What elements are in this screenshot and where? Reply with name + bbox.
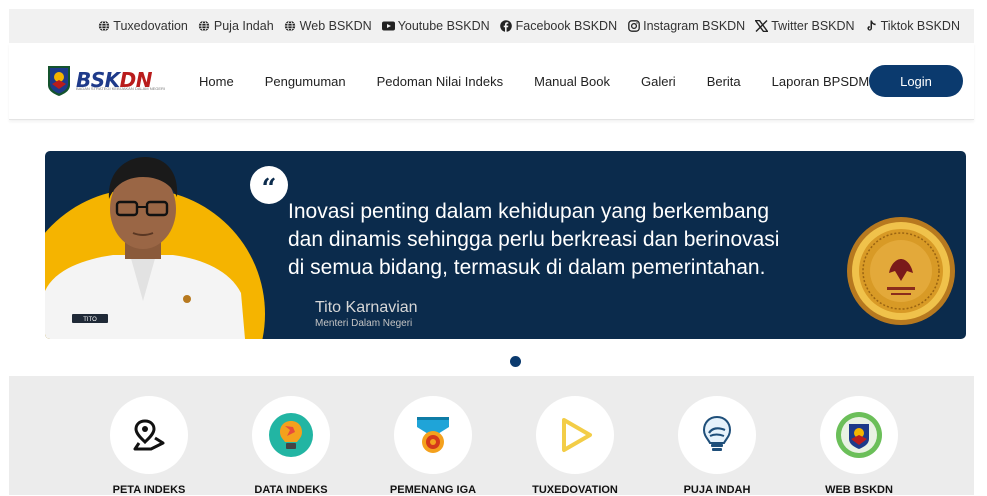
emblem-icon <box>836 412 882 458</box>
login-button[interactable]: Login <box>869 65 963 97</box>
menu-pedoman-nilai-indeks[interactable]: Pedoman Nilai Indeks <box>377 74 503 89</box>
feature-label: PETA INDEKS <box>112 484 186 496</box>
feature-peta-indeks[interactable]: PETA INDEKS <box>79 396 219 496</box>
facebook-icon <box>500 20 513 33</box>
feature-puja-indah[interactable]: PUJA INDAH <box>647 396 787 496</box>
link-web-bskdn[interactable]: Web BSKDN <box>284 19 372 33</box>
feature-icon-circle <box>820 396 898 474</box>
link-instagram[interactable]: Instagram BSKDN <box>627 19 745 33</box>
medal-icon <box>417 417 449 453</box>
name-tag: TITO <box>83 317 97 323</box>
feature-icon-circle <box>110 396 188 474</box>
hero-banner[interactable]: TITO “ Inovasi penting dalam kehidupan y… <box>45 151 966 339</box>
menu-galeri[interactable]: Galeri <box>641 74 676 89</box>
logo-subtitle: BADAN STRATEGI KEBIJAKAN DALAM NEGERI <box>76 86 166 91</box>
globe-icon <box>97 20 110 33</box>
link-tiktok[interactable]: Tiktok BSKDN <box>865 19 960 33</box>
bskdn-logo[interactable]: BSKDN BADAN STRATEGI KEBIJAKAN DALAM NEG… <box>46 63 165 97</box>
link-label: Tuxedovation <box>113 19 188 33</box>
link-youtube[interactable]: Youtube BSKDN <box>381 19 490 33</box>
link-facebook[interactable]: Facebook BSKDN <box>500 19 617 33</box>
top-links-bar: Tuxedovation Puja Indah Web BSKDN Youtub… <box>9 9 974 43</box>
bulb-hand-icon <box>702 415 732 451</box>
lightbulb-icon <box>269 413 313 457</box>
link-tuxedovation[interactable]: Tuxedovation <box>97 19 188 33</box>
link-label: Instagram BSKDN <box>643 19 746 33</box>
link-label: Facebook BSKDN <box>515 19 618 33</box>
link-label: Puja Indah <box>213 19 274 33</box>
carousel-dot-1[interactable] <box>510 356 521 367</box>
link-twitter[interactable]: Twitter BSKDN <box>755 19 855 33</box>
link-puja-indah[interactable]: Puja Indah <box>198 19 274 33</box>
feature-icon-circle <box>394 396 472 474</box>
feature-icon-circle <box>252 396 330 474</box>
feature-shortcuts: PETA INDEKS DATA INDEKS PEMENANG IGA TUX… <box>9 376 974 496</box>
menu-home[interactable]: Home <box>199 74 234 89</box>
feature-tuxedovation[interactable]: TUXEDOVATION <box>505 396 645 496</box>
feature-web-bskdn[interactable]: WEB BSKDN <box>789 396 929 496</box>
instagram-icon <box>627 20 640 33</box>
link-label: Tiktok BSKDN <box>880 19 960 33</box>
map-pin-icon <box>133 419 165 451</box>
garuda-emblem-icon <box>48 66 70 96</box>
link-label: Web BSKDN <box>299 19 372 33</box>
main-navbar: BSKDN BADAN STRATEGI KEBIJAKAN DALAM NEG… <box>9 43 974 120</box>
main-menu: Home Pengumuman Pedoman Nilai Indeks Man… <box>199 43 900 120</box>
menu-manual-book[interactable]: Manual Book <box>534 74 610 89</box>
feature-data-indeks[interactable]: DATA INDEKS <box>221 396 361 496</box>
quote-icon: “ <box>250 166 288 204</box>
menu-berita[interactable]: Berita <box>707 74 741 89</box>
link-label: Twitter BSKDN <box>771 19 855 33</box>
menu-laporan-bpsdm[interactable]: Laporan BPSDM <box>772 74 870 89</box>
minister-portrait: TITO <box>45 157 245 339</box>
menu-pengumuman[interactable]: Pengumuman <box>265 74 346 89</box>
feature-label: DATA INDEKS <box>254 484 328 496</box>
globe-icon <box>198 20 211 33</box>
feature-label: PEMENANG IGA <box>389 484 477 496</box>
x-icon <box>755 20 769 33</box>
feature-label: WEB BSKDN <box>825 484 893 496</box>
feature-icon-circle <box>678 396 756 474</box>
tiktok-icon <box>865 20 878 33</box>
globe-icon <box>284 20 297 33</box>
quote-line-3: di semua bidang, termasuk di dalam pemer… <box>288 256 766 279</box>
quote-author-role: Menteri Dalam Negeri <box>315 318 413 329</box>
play-icon <box>562 418 592 452</box>
feature-pemenang-iga[interactable]: PEMENANG IGA <box>363 396 503 496</box>
carousel-indicators <box>510 356 521 367</box>
link-label: Youtube BSKDN <box>397 19 490 33</box>
quote-line-1: Inovasi penting dalam kehidupan yang ber… <box>288 200 770 223</box>
quote-line-2: dan dinamis sehingga perlu berkreasi dan… <box>288 228 780 251</box>
feature-label: PUJA INDAH <box>683 484 751 496</box>
feature-label: TUXEDOVATION <box>532 484 618 496</box>
quote-author: Tito Karnavian <box>315 299 418 316</box>
feature-icon-circle <box>536 396 614 474</box>
innovative-government-award-medal-icon <box>847 217 955 325</box>
youtube-icon <box>381 20 395 33</box>
